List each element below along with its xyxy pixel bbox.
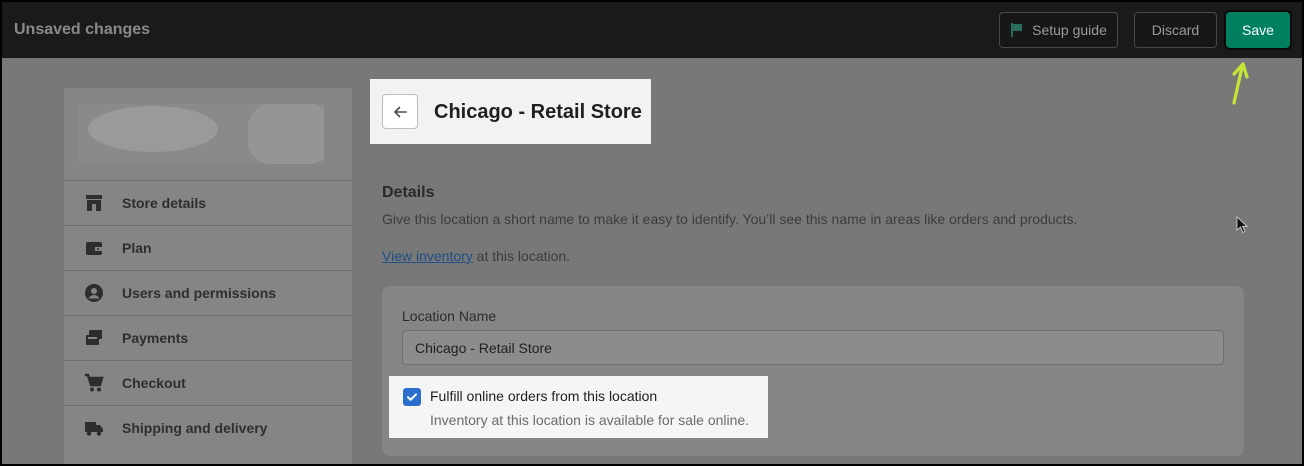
save-button[interactable]: Save [1226,12,1290,48]
page-header: Chicago - Retail Store [370,79,651,144]
setup-guide-button[interactable]: Setup guide [999,12,1118,48]
sidebar-item-label: Shipping and delivery [122,420,268,436]
wallet-icon [84,238,104,258]
location-name-input[interactable] [402,330,1224,365]
unsaved-changes-title: Unsaved changes [14,21,151,38]
arrow-left-icon [394,106,407,117]
checkmark-icon [407,393,417,401]
fulfill-online-orders-label: Fulfill online orders from this location [430,388,658,404]
credit-card-icon [84,328,104,348]
sidebar-item-label: Store details [122,195,207,211]
sidebar-item-label: Payments [122,330,189,346]
annotation-arrow-icon [1232,62,1249,105]
fulfill-online-orders-checkbox[interactable] [403,388,421,406]
sidebar-item-store-details[interactable]: Store details [64,180,352,225]
page-title: Chicago - Retail Store [434,101,642,123]
details-heading: Details [382,184,435,201]
store-icon [84,193,104,213]
details-description: Give this location a short name to make … [382,211,1078,227]
back-button[interactable] [382,94,418,129]
sidebar-item-label: Users and permissions [122,285,277,301]
sidebar-item-payments[interactable]: Payments [64,315,352,360]
app-window: Unsaved changes Setup guide Discard Save… [2,2,1302,464]
contextual-save-bar: Unsaved changes Setup guide Discard Save [2,2,1302,58]
discard-button[interactable]: Discard [1134,12,1217,48]
sidebar-item-label: Plan [122,240,152,256]
truck-icon [84,418,104,438]
sidebar-item-shipping-and-delivery[interactable]: Shipping and delivery [64,405,352,450]
view-inventory-link[interactable]: View inventory [382,248,473,264]
settings-sidebar: Store details Plan Users and permissions [64,88,352,464]
fulfill-online-orders-option[interactable]: Fulfill online orders from this location… [389,376,768,438]
sidebar-item-users-and-permissions[interactable]: Users and permissions [64,270,352,315]
setup-guide-label: Setup guide [1032,22,1107,38]
sidebar-item-checkout[interactable]: Checkout [64,360,352,405]
settings-content: Store details Plan Users and permissions [2,58,1302,464]
location-name-label: Location Name [402,308,497,324]
sidebar-item-plan[interactable]: Plan [64,225,352,270]
store-logo [78,104,324,164]
inventory-line: View inventory at this location. [382,248,570,264]
inventory-suffix: at this location. [472,248,571,264]
mouse-cursor-icon [1236,216,1248,234]
cart-icon [84,373,104,393]
fulfill-online-orders-help: Inventory at this location is available … [430,412,750,428]
flag-icon [1010,23,1024,37]
sidebar-item-label: Checkout [122,375,186,391]
settings-nav: Store details Plan Users and permissions [64,180,352,450]
user-circle-icon [84,283,104,303]
